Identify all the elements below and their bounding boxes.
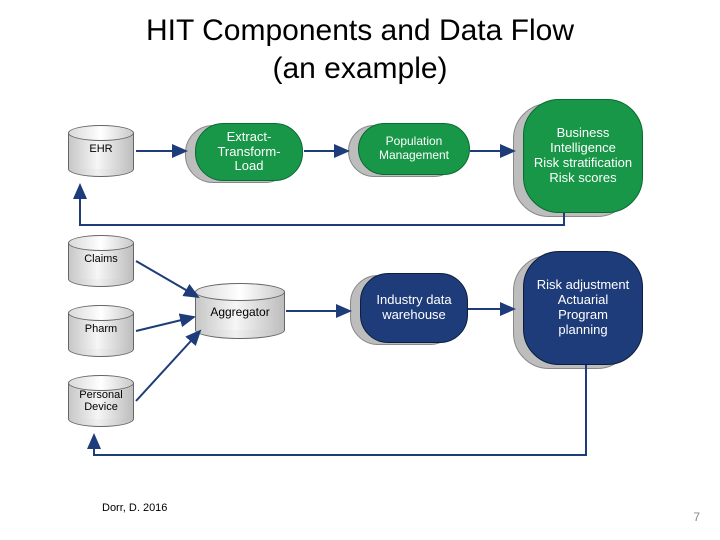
label-bi: Business Intelligence Risk stratificatio… [532,126,634,186]
node-claims: Claims [68,235,134,287]
slide-title: HIT Components and Data Flow (an example… [0,0,720,87]
label-ehr: EHR [68,143,134,155]
node-idw: Industry data warehouse [360,273,468,343]
node-personal-device: Personal Device [68,375,134,427]
node-risk: Risk adjustment Actuarial Program planni… [523,251,643,365]
node-popmgmt: Population Management [358,123,470,175]
label-pharm: Pharm [68,323,134,335]
label-popmgmt: Population Management [367,135,461,163]
node-bi: Business Intelligence Risk stratificatio… [523,99,643,213]
title-line-2: (an example) [272,52,447,85]
title-line-1: HIT Components and Data Flow [146,14,574,47]
label-idw: Industry data warehouse [369,293,459,323]
node-etl: Extract-Transform-Load [195,123,303,181]
node-ehr: EHR [68,125,134,177]
citation: Dorr, D. 2016 [102,502,167,514]
label-personal-device: Personal Device [68,389,134,413]
diagram-canvas: EHR Claims Pharm Personal Device Extract… [0,105,720,505]
label-aggregator: Aggregator [195,305,285,319]
page-number: 7 [693,510,700,524]
node-pharm: Pharm [68,305,134,357]
label-claims: Claims [68,253,134,265]
label-risk: Risk adjustment Actuarial Program planni… [532,278,634,338]
node-aggregator: Aggregator [195,283,285,339]
label-etl: Extract-Transform-Load [204,130,294,175]
